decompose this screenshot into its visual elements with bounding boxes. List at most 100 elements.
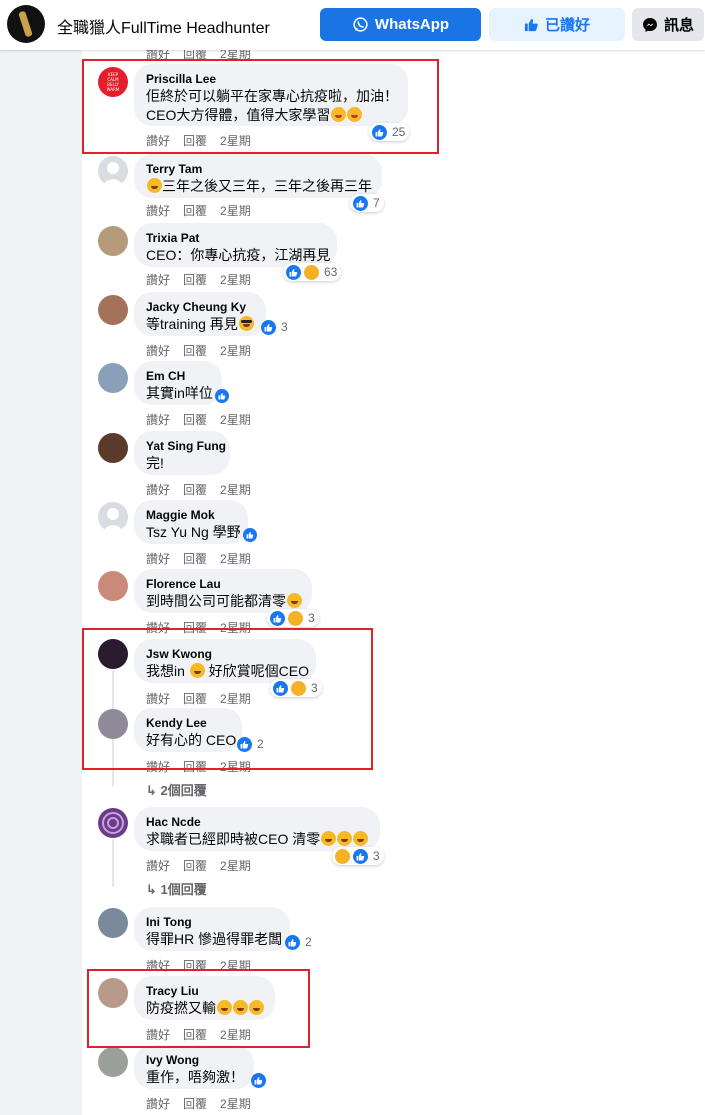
like-link[interactable]: 讚好: [146, 483, 170, 497]
page-avatar[interactable]: [7, 5, 45, 43]
haha-reaction-icon: [287, 609, 304, 627]
comment-time[interactable]: 2星期: [220, 413, 251, 427]
liked-button[interactable]: 已讚好: [489, 8, 625, 41]
like-link[interactable]: 讚好: [146, 552, 170, 566]
reply-link[interactable]: 回覆: [183, 552, 207, 566]
comment-text: 三年之後又三年，三年之後再三年: [162, 178, 372, 194]
reaction-summary[interactable]: [248, 1071, 272, 1089]
message-button[interactable]: 訊息: [632, 8, 704, 41]
avatar[interactable]: [98, 433, 128, 463]
reaction-count: 63: [324, 265, 338, 279]
view-replies-label: 1個回覆: [160, 882, 207, 897]
commenter-name[interactable]: Yat Sing Fung: [146, 438, 226, 454]
comment-time[interactable]: 2星期: [220, 344, 251, 358]
reply-link[interactable]: 回覆: [183, 413, 207, 427]
like-link[interactable]: 讚好: [146, 1097, 170, 1111]
like-reaction-icon[interactable]: [242, 528, 257, 542]
reaction-summary[interactable]: 3: [258, 318, 292, 336]
reply-link[interactable]: 回覆: [183, 1097, 207, 1111]
avatar[interactable]: [98, 295, 128, 325]
avatar[interactable]: [98, 808, 128, 838]
comment-text: 其實in咩位: [146, 385, 213, 401]
comment-bubble: Florence Lau 到時間公司可能都清零: [134, 569, 312, 613]
comment-actions: 讚好 回覆 2星期: [146, 1095, 264, 1112]
avatar[interactable]: [98, 226, 128, 256]
comment-time[interactable]: 2星期: [220, 1097, 251, 1111]
comment-bubble: Trixia Pat CEO：你專心抗疫，江湖再見: [134, 223, 337, 267]
commenter-name[interactable]: Em CH: [146, 368, 210, 384]
reaction-summary[interactable]: 3: [267, 609, 319, 627]
like-reaction-icon: [260, 318, 277, 336]
commenter-name[interactable]: Ivy Wong: [146, 1052, 242, 1068]
reaction-summary[interactable]: 7: [350, 194, 384, 212]
commenter-name[interactable]: Terry Tam: [146, 161, 370, 177]
messenger-icon: [642, 17, 658, 33]
reaction-count: 7: [373, 196, 380, 210]
highlight-box: [87, 969, 310, 1048]
view-replies-label: 2個回覆: [160, 783, 207, 798]
avatar[interactable]: [98, 502, 128, 532]
comment-bubble: Hac Ncde 求職者已經即時被CEO 清零: [134, 807, 380, 851]
comment-text: 重作，唔夠激！: [146, 1069, 244, 1085]
sunglasses-emoji-icon: [238, 316, 254, 331]
reply-link[interactable]: 回覆: [183, 859, 207, 873]
rofl-emoji-icon: [337, 831, 353, 846]
rofl-emoji-icon: [353, 831, 369, 846]
comment-text: 等training 再見: [146, 316, 238, 332]
reaction-summary[interactable]: 3: [332, 847, 384, 865]
reaction-count: 3: [373, 849, 380, 863]
commenter-name[interactable]: Jacky Cheung Ky: [146, 299, 254, 315]
reply-link[interactable]: 回覆: [183, 344, 207, 358]
like-link[interactable]: 讚好: [146, 344, 170, 358]
comment-time[interactable]: 2星期: [220, 552, 251, 566]
like-link[interactable]: 讚好: [146, 204, 170, 218]
commenter-name[interactable]: Maggie Mok: [146, 507, 236, 523]
comment-actions: 讚好 回覆 2星期: [146, 481, 264, 498]
highlight-box: [82, 59, 439, 154]
avatar[interactable]: [98, 908, 128, 938]
comment-time[interactable]: 2星期: [220, 859, 251, 873]
like-link[interactable]: 讚好: [146, 273, 170, 287]
reply-arrow-icon: ↳: [146, 882, 161, 897]
tears-of-joy-emoji-icon: [147, 178, 162, 193]
like-link[interactable]: 讚好: [146, 859, 170, 873]
haha-reaction-icon: [334, 847, 351, 865]
comment-text: 求職者已經即時被CEO 清零: [146, 831, 321, 847]
avatar[interactable]: [98, 1047, 128, 1077]
comment-actions: 讚好 回覆 2星期: [146, 271, 264, 288]
thread-connector: [112, 839, 114, 887]
like-reaction-icon[interactable]: [214, 389, 229, 403]
reply-link[interactable]: 回覆: [183, 273, 207, 287]
whatsapp-button[interactable]: WhatsApp: [320, 8, 481, 41]
reaction-count: 2: [305, 935, 312, 949]
page-name[interactable]: 全職獵人FullTime Headhunter: [57, 14, 270, 38]
commenter-name[interactable]: Trixia Pat: [146, 230, 325, 246]
like-reaction-icon: [284, 933, 301, 951]
like-link[interactable]: 讚好: [146, 413, 170, 427]
comment-actions: 讚好 回覆 2星期: [146, 857, 264, 874]
liked-label: 已讚好: [544, 17, 590, 34]
commenter-name[interactable]: Ini Tong: [146, 914, 278, 930]
commenter-name[interactable]: Florence Lau: [146, 576, 300, 592]
reply-link[interactable]: 回覆: [183, 204, 207, 218]
comment-bubble: Maggie Mok Tsz Yu Ng 學野: [134, 500, 257, 544]
comment-time[interactable]: 2星期: [220, 204, 251, 218]
reaction-summary[interactable]: 63: [283, 263, 342, 281]
like-reaction-icon: [269, 609, 286, 627]
like-reaction-icon: [285, 263, 302, 281]
comment-bubble: Ini Tong 得罪HR 慘過得罪老闆: [134, 907, 290, 951]
avatar[interactable]: [98, 571, 128, 601]
view-replies-link[interactable]: ↳ 1個回覆: [146, 879, 207, 898]
avatar[interactable]: [98, 363, 128, 393]
reply-arrow-icon: ↳: [146, 783, 161, 798]
whatsapp-label: WhatsApp: [374, 16, 450, 33]
view-replies-link[interactable]: ↳ 2個回覆: [146, 780, 207, 799]
comment-time[interactable]: 2星期: [220, 483, 251, 497]
reaction-count: 3: [281, 320, 288, 334]
reaction-summary[interactable]: 2: [282, 933, 316, 951]
avatar[interactable]: [98, 156, 128, 186]
comment-text: 得罪HR 慘過得罪老闆: [146, 931, 283, 947]
reply-link[interactable]: 回覆: [183, 483, 207, 497]
commenter-name[interactable]: Hac Ncde: [146, 814, 368, 830]
comment-time[interactable]: 2星期: [220, 273, 251, 287]
